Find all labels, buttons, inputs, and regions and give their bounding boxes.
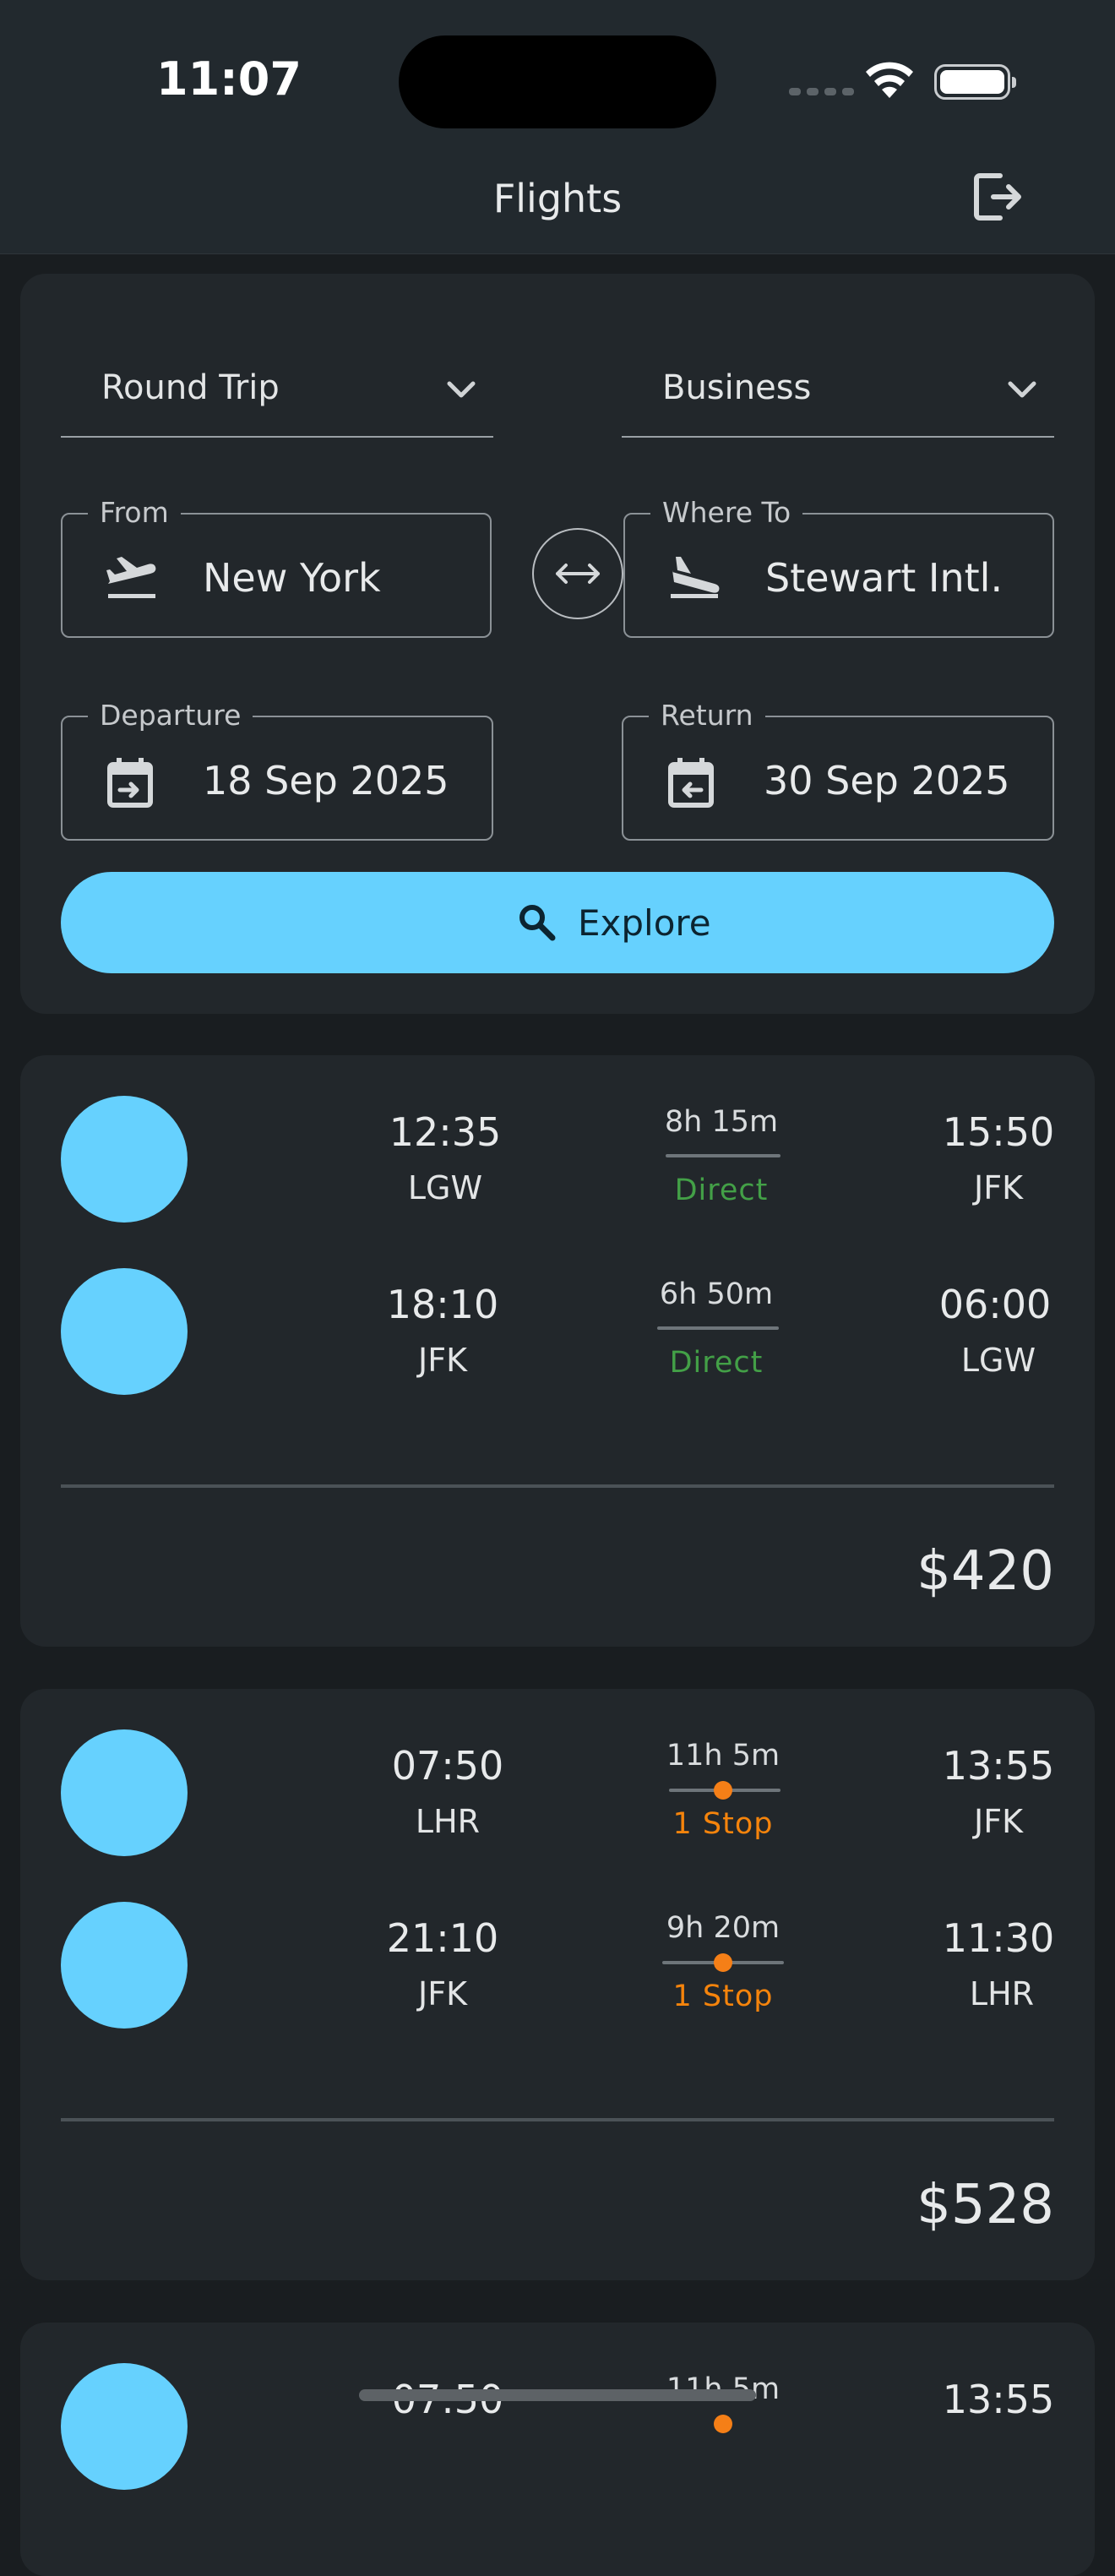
from-field[interactable]: From New York xyxy=(61,496,492,638)
status-time: 11:07 xyxy=(156,52,302,106)
calendar-depart-icon xyxy=(107,758,153,808)
departure-time: 07:50 xyxy=(391,1743,504,1789)
departure-airport-code: LHR xyxy=(415,1803,481,1840)
logout-icon[interactable] xyxy=(970,169,1025,225)
stops-label: 1 Stop xyxy=(672,1980,774,2013)
departure-value: 18 Sep 2025 xyxy=(203,758,449,803)
flight-takeoff-icon xyxy=(106,557,156,598)
cabin-class-value: Business xyxy=(662,368,812,407)
arrival-airport-code: LGW xyxy=(960,1342,1036,1379)
airline-logo xyxy=(61,1729,188,1856)
flight-result-card[interactable]: 07:50 11h 5m 13:55 xyxy=(20,2323,1095,2576)
flight-result-card[interactable]: 12:35 LGW 8h 15m Direct 15:50 JFK 18:10 … xyxy=(20,1055,1095,1647)
departure-label: Departure xyxy=(88,699,253,732)
dynamic-island xyxy=(399,35,716,128)
stops-label: Direct xyxy=(669,1346,764,1380)
return-date-field[interactable]: Return 30 Sep 2025 xyxy=(622,699,1054,841)
return-value: 30 Sep 2025 xyxy=(764,758,1010,803)
arrival-time: 13:55 xyxy=(942,2377,1055,2422)
flight-result-card[interactable]: 07:50 LHR 11h 5m 1 Stop 13:55 JFK 21:10 … xyxy=(20,1689,1095,2280)
chevron-down-icon xyxy=(1008,381,1036,398)
departure-airport-code: LGW xyxy=(407,1169,483,1206)
page-title: Flights xyxy=(492,176,623,221)
trip-type-value: Round Trip xyxy=(101,368,280,407)
where-to-field[interactable]: Where To Stewart Intl. xyxy=(623,496,1054,638)
arrival-airport-code: LHR xyxy=(969,1975,1035,2012)
arrival-time: 15:50 xyxy=(942,1109,1055,1155)
departure-time: 21:10 xyxy=(386,1915,499,1961)
airline-logo xyxy=(61,1268,188,1395)
flight-duration: 9h 20m xyxy=(666,1911,780,1945)
battery-icon xyxy=(934,64,1016,100)
swap-button[interactable] xyxy=(532,528,623,619)
arrival-time: 13:55 xyxy=(942,1743,1055,1789)
departure-airport-code: JFK xyxy=(418,1342,467,1379)
app-bar: Flights xyxy=(0,152,1115,254)
arrival-airport-code: JFK xyxy=(974,1169,1023,1206)
airline-logo xyxy=(61,2363,188,2490)
where-to-value: Stewart Intl. xyxy=(765,555,1004,601)
departure-time: 18:10 xyxy=(386,1282,499,1327)
signal-dot-icon xyxy=(807,88,819,95)
stop-dot xyxy=(714,1781,732,1800)
calendar-return-icon xyxy=(668,758,714,808)
arrival-time: 06:00 xyxy=(938,1282,1052,1327)
divider xyxy=(61,1484,1054,1488)
cabin-class-dropdown[interactable]: Business xyxy=(622,341,1054,443)
from-value: New York xyxy=(203,555,381,601)
chevron-down-icon xyxy=(447,381,476,398)
stop-dot xyxy=(714,2415,732,2433)
from-label: From xyxy=(88,496,181,530)
flight-duration: 6h 50m xyxy=(659,1277,774,1311)
stops-label: Direct xyxy=(674,1174,769,1207)
status-bar: 11:07 xyxy=(0,0,1115,152)
departure-airport-code: JFK xyxy=(418,1975,467,2012)
where-to-label: Where To xyxy=(650,496,803,530)
route-line xyxy=(666,1154,780,1157)
price: $528 xyxy=(916,2174,1054,2236)
stop-dot xyxy=(714,1953,732,1972)
flight-duration: 8h 15m xyxy=(664,1105,779,1139)
signal-dot-icon xyxy=(789,88,801,95)
stops-label: 1 Stop xyxy=(672,1807,774,1841)
swap-arrows-icon xyxy=(556,564,600,584)
flight-duration: 11h 5m xyxy=(666,1739,780,1773)
trip-type-dropdown[interactable]: Round Trip xyxy=(61,341,493,443)
departure-time: 12:35 xyxy=(389,1109,502,1155)
signal-dot-icon xyxy=(824,88,836,95)
explore-button[interactable]: Explore xyxy=(61,872,1054,973)
home-indicator[interactable] xyxy=(359,2389,756,2401)
return-label: Return xyxy=(649,699,765,732)
flight-land-icon xyxy=(671,557,720,598)
arrival-airport-code: JFK xyxy=(974,1803,1023,1840)
route-line xyxy=(657,1326,779,1330)
wifi-icon xyxy=(866,62,913,98)
search-icon xyxy=(519,905,556,941)
price: $420 xyxy=(916,1540,1054,1603)
airline-logo xyxy=(61,1096,188,1223)
arrival-time: 11:30 xyxy=(942,1915,1055,1961)
airline-logo xyxy=(61,1902,188,2029)
explore-label: Explore xyxy=(578,902,711,944)
divider xyxy=(61,2118,1054,2121)
departure-date-field[interactable]: Departure 18 Sep 2025 xyxy=(61,699,493,841)
signal-dot-icon xyxy=(842,88,854,95)
